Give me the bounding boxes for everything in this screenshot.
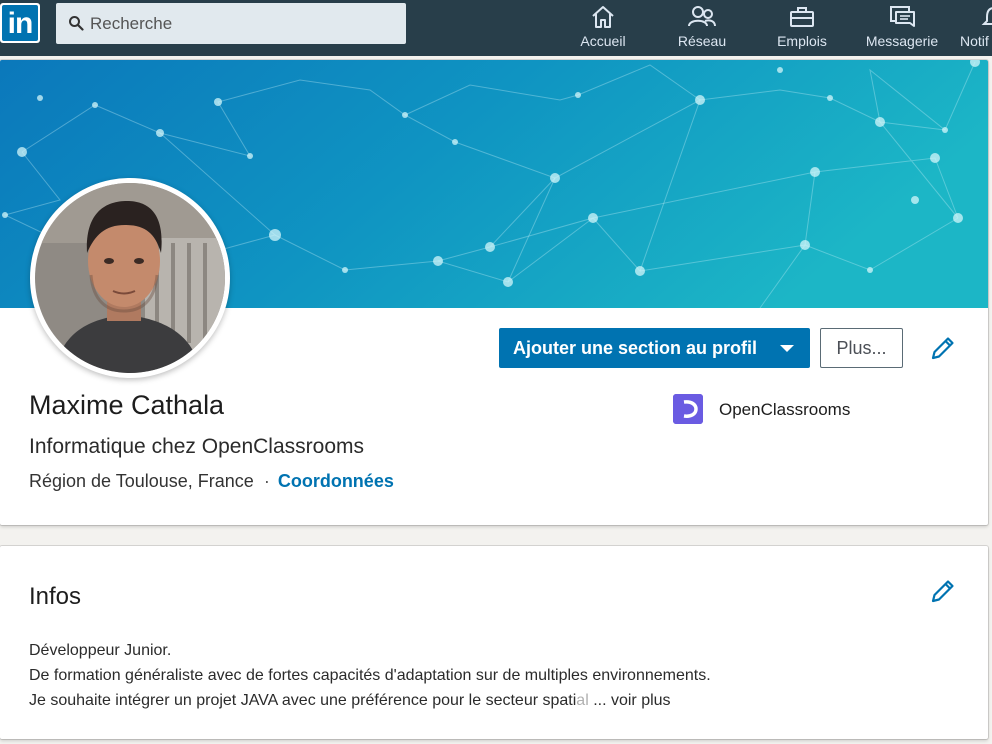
nav-label-network: Réseau	[677, 33, 727, 49]
separator-dot: ·	[263, 471, 270, 491]
top-navigation-bar: in Accueil Réseau Emplois	[0, 0, 992, 56]
nav-label-home: Accueil	[580, 33, 626, 49]
home-icon	[592, 6, 614, 28]
profile-location: Région de Toulouse, France	[29, 471, 254, 491]
about-line: Développeur Junior.	[29, 642, 172, 659]
more-button[interactable]: Plus...	[820, 328, 903, 368]
linkedin-logo[interactable]: in	[0, 3, 40, 43]
profile-headline: Informatique chez OpenClassrooms	[29, 435, 364, 458]
nav-label-messaging: Messagerie	[865, 33, 939, 49]
search-box[interactable]	[56, 3, 406, 44]
nav-item-jobs[interactable]: Emplois	[770, 0, 834, 56]
about-line: De formation généraliste avec de fortes …	[29, 667, 711, 684]
messaging-icon	[890, 6, 915, 27]
edit-about-pencil-icon[interactable]	[929, 577, 957, 605]
nav-label-notifications: Notif	[960, 33, 989, 49]
about-line: Je souhaite intégrer un projet JAVA avec…	[29, 688, 711, 713]
company-name: OpenClassrooms	[719, 400, 851, 419]
add-profile-section-button[interactable]: Ajouter une section au profil	[499, 328, 810, 368]
network-icon	[688, 6, 716, 27]
contact-info-link[interactable]: Coordonnées	[278, 471, 394, 491]
nav-item-home[interactable]: Accueil	[572, 0, 634, 56]
nav-label-jobs: Emplois	[777, 33, 827, 49]
caret-down-icon	[780, 345, 794, 352]
search-input[interactable]	[90, 3, 390, 44]
nav-item-messaging[interactable]: Messagerie	[860, 0, 944, 56]
nav-item-network[interactable]: Réseau	[670, 0, 734, 56]
about-card: Infos Développeur Junior. De formation g…	[0, 546, 988, 739]
profile-card: Ajouter une section au profil Plus... Ma…	[0, 60, 988, 525]
edit-intro-pencil-icon[interactable]	[929, 334, 957, 362]
profile-photo-image	[35, 183, 225, 373]
add-profile-section-label: Ajouter une section au profil	[513, 337, 758, 358]
see-more-link[interactable]: ... voir plus	[589, 692, 670, 709]
briefcase-icon	[790, 7, 814, 27]
openclassrooms-logo-icon	[673, 394, 703, 424]
about-line-text: Je souhaite intégrer un projet JAVA avec…	[29, 692, 577, 709]
profile-location-row: Région de Toulouse, France · Coordonnées	[29, 471, 394, 492]
nav-item-notifications[interactable]: Notif	[958, 0, 992, 56]
about-title: Infos	[29, 583, 82, 610]
about-line-faded-text: al	[576, 692, 589, 709]
bell-icon	[981, 7, 992, 25]
search-icon	[69, 16, 84, 31]
linkedin-logo-text: in	[2, 5, 38, 41]
about-summary: Développeur Junior. De formation général…	[29, 638, 711, 713]
profile-photo[interactable]	[30, 178, 230, 378]
profile-name: Maxime Cathala	[29, 390, 225, 420]
